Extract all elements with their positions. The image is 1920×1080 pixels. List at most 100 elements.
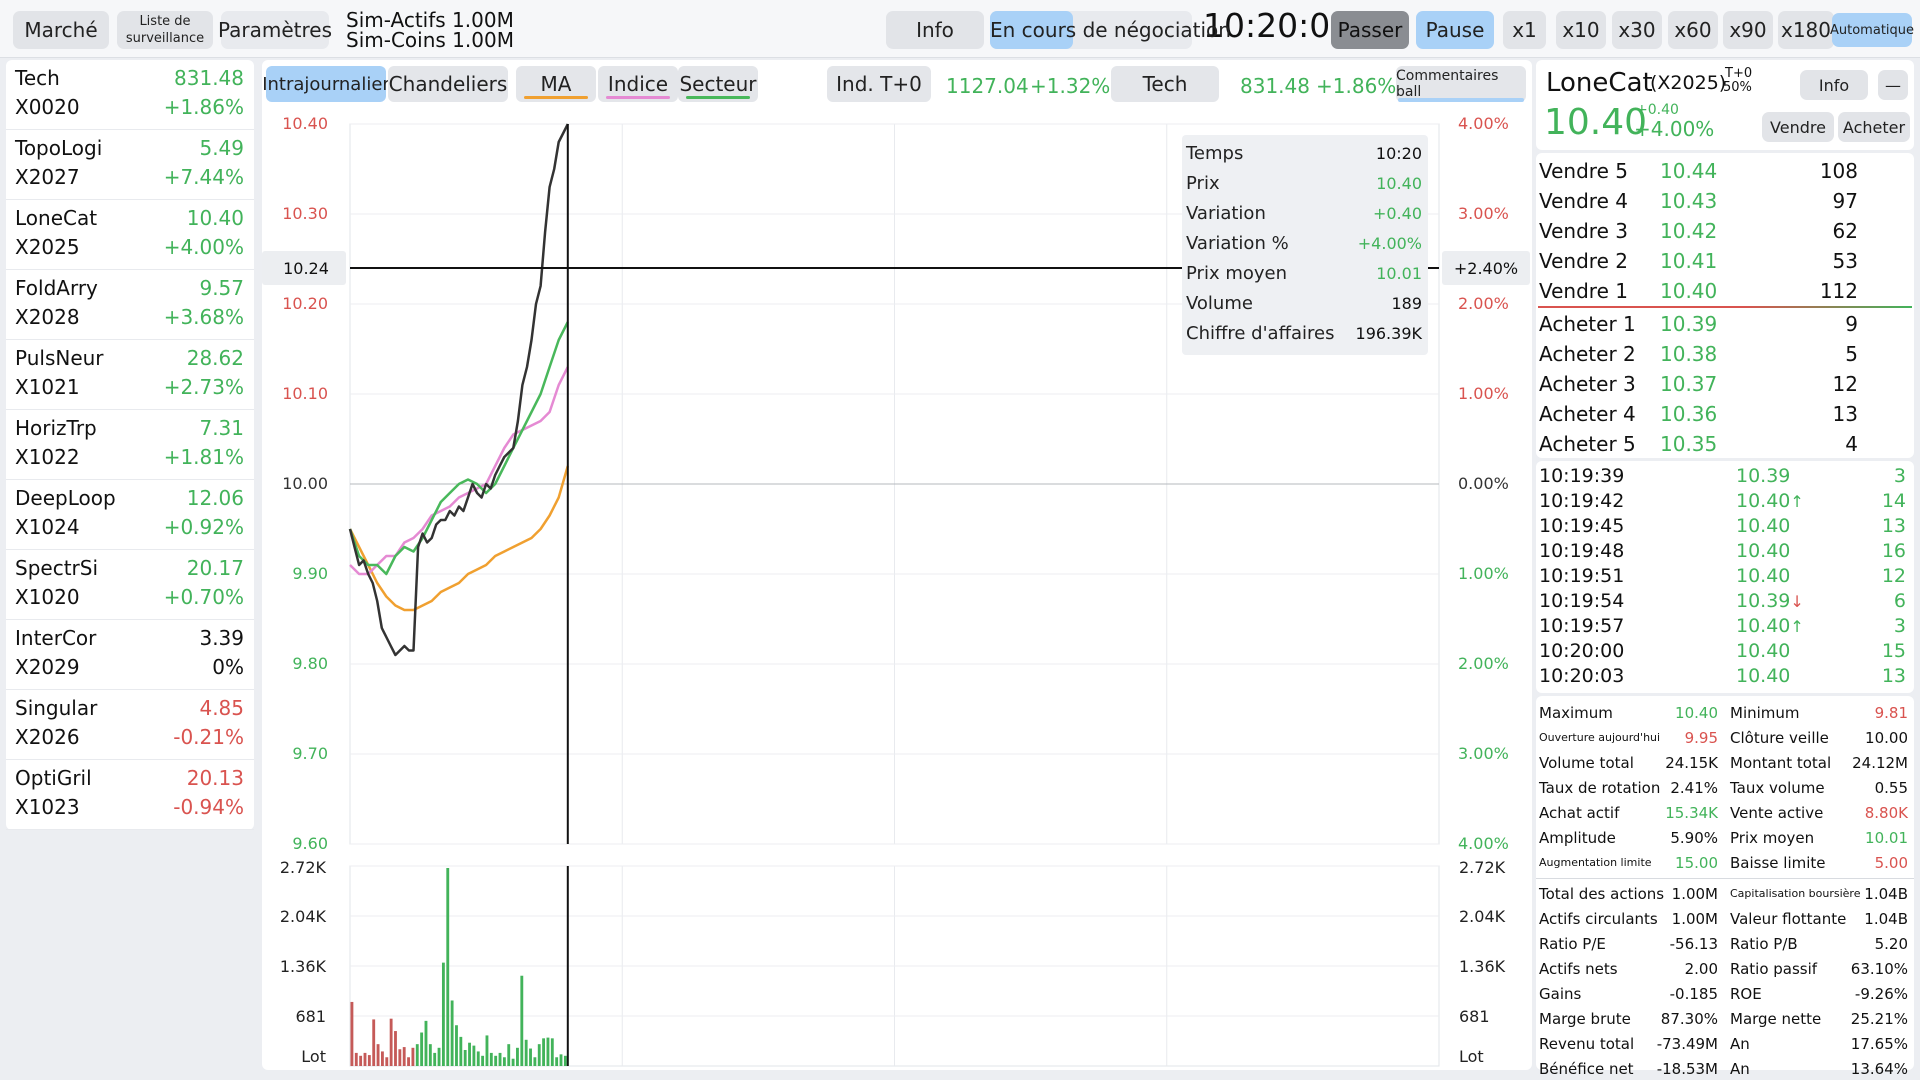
stats-row: Ratio P/E -56.13 Ratio P/B 5.20 bbox=[1536, 932, 1914, 957]
watchlist-item[interactable]: SpectrSi 20.17 X1020 +0.70% bbox=[6, 550, 254, 620]
watchlist-code: X1023 bbox=[15, 795, 80, 819]
trade-time: 10:19:51 bbox=[1539, 565, 1625, 587]
watchlist-change: +2.73% bbox=[163, 375, 244, 399]
watchlist-item[interactable]: TopoLogi 5.49 X2027 +7.44% bbox=[6, 130, 254, 200]
buy-button[interactable]: Acheter bbox=[1838, 112, 1910, 142]
volume-bar bbox=[463, 1049, 467, 1066]
stat-label: Taux volume bbox=[1730, 779, 1825, 797]
pct-axis-label: 3.00% bbox=[1458, 204, 1509, 223]
speed-x1-button[interactable]: x1 bbox=[1503, 11, 1546, 49]
quote-info-button[interactable]: Info bbox=[1800, 70, 1868, 100]
price-axis-label: 10.20 bbox=[282, 294, 328, 313]
stat-label: Bénéfice net bbox=[1539, 1060, 1634, 1078]
trade-price: 10.40 bbox=[1736, 515, 1790, 537]
watchlist-code: X2025 bbox=[15, 235, 80, 259]
stat-label: Actifs nets bbox=[1539, 960, 1618, 978]
watchlist-change: +1.86% bbox=[163, 95, 244, 119]
watchlist-item[interactable]: PulsNeur 28.62 X1021 +2.73% bbox=[6, 340, 254, 410]
watchlist-item[interactable]: HorizTrp 7.31 X1022 +1.81% bbox=[6, 410, 254, 480]
trade-price: 10.40 bbox=[1736, 565, 1790, 587]
bid-row[interactable]: Acheter 1 10.39 9 bbox=[1536, 310, 1914, 340]
speed-x10-button[interactable]: x10 bbox=[1556, 11, 1606, 49]
tooltip-label: Variation bbox=[1186, 203, 1266, 224]
market-button[interactable]: Marché bbox=[13, 11, 109, 49]
stats-row: Bénéfice net -18.53M An 13.64% bbox=[1536, 1057, 1914, 1080]
stat-label: Montant total bbox=[1730, 754, 1832, 772]
trade-time: 10:20:00 bbox=[1539, 640, 1625, 662]
pct-axis-label: 4.00% bbox=[1458, 834, 1509, 853]
ask-row[interactable]: Vendre 1 10.40 112 bbox=[1536, 277, 1914, 307]
bid-row[interactable]: Acheter 3 10.37 12 bbox=[1536, 370, 1914, 400]
skip-button[interactable]: Passer bbox=[1331, 11, 1409, 49]
stat-label: Total des actions bbox=[1539, 885, 1665, 903]
speed-x90-button[interactable]: x90 bbox=[1723, 11, 1773, 49]
trade-price-value: 10.39 bbox=[1736, 465, 1791, 487]
volume-axis-label-right: Lot bbox=[1459, 1047, 1484, 1066]
volume-axis-label-right: 1.36K bbox=[1459, 957, 1506, 976]
ask-price: 10.41 bbox=[1660, 249, 1718, 273]
info-button[interactable]: Info bbox=[886, 11, 984, 49]
watchlist-item[interactable]: InterCor 3.39 X2029 0% bbox=[6, 620, 254, 690]
ask-row[interactable]: Vendre 4 10.43 97 bbox=[1536, 187, 1914, 217]
watchlist-name: TopoLogi bbox=[15, 136, 103, 160]
quote-change-pct: +4.00% bbox=[1634, 117, 1715, 141]
pct-axis-label: 0.00% bbox=[1458, 474, 1509, 493]
price-axis-label: 10.10 bbox=[282, 384, 328, 403]
watchlist-item[interactable]: Tech 831.48 X0020 +1.86% bbox=[6, 60, 254, 130]
stats-row: Augmentation limite 15.00 Baisse limite 5.0… bbox=[1536, 851, 1914, 876]
watchlist-change: +1.81% bbox=[163, 445, 244, 469]
volume-bar bbox=[385, 1057, 389, 1066]
stat-value: 63.10% bbox=[1850, 960, 1908, 978]
price-axis-label: 9.60 bbox=[292, 834, 328, 853]
watchlist-item[interactable]: Singular 4.85 X2026 -0.21% bbox=[6, 690, 254, 760]
trade-time: 10:19:57 bbox=[1539, 615, 1625, 637]
ask-label: Vendre 2 bbox=[1539, 249, 1628, 273]
ask-row[interactable]: Vendre 2 10.41 53 bbox=[1536, 247, 1914, 277]
volume-bar bbox=[450, 1000, 454, 1066]
book-divider bbox=[1538, 306, 1912, 308]
bid-row[interactable]: Acheter 2 10.38 5 bbox=[1536, 340, 1914, 370]
watchlist-item[interactable]: LoneCat 10.40 X2025 +4.00% bbox=[6, 200, 254, 270]
watchlist-item[interactable]: FoldArry 9.57 X2028 +3.68% bbox=[6, 270, 254, 340]
sell-button[interactable]: Vendre bbox=[1762, 112, 1834, 142]
auto-button[interactable]: Automatique bbox=[1830, 13, 1914, 47]
speed-x60-button[interactable]: x60 bbox=[1668, 11, 1718, 49]
bid-volume: 4 bbox=[1845, 432, 1858, 456]
volume-axis-label: 2.04K bbox=[280, 907, 327, 926]
volume-axis-label: 1.36K bbox=[280, 957, 327, 976]
trade-price: 10.40↑ bbox=[1736, 615, 1804, 637]
stat-value: 1.00M bbox=[1671, 885, 1718, 903]
volume-bar bbox=[520, 975, 524, 1066]
ask-row[interactable]: Vendre 5 10.44 108 bbox=[1536, 157, 1914, 187]
tooltip-value: 189 bbox=[1391, 294, 1422, 313]
ask-row[interactable]: Vendre 3 10.42 62 bbox=[1536, 217, 1914, 247]
watchlist-item[interactable]: DeepLoop 12.06 X1024 +0.92% bbox=[6, 480, 254, 550]
bid-row[interactable]: Acheter 4 10.36 13 bbox=[1536, 400, 1914, 430]
stat-value: 87.30% bbox=[1660, 1010, 1718, 1028]
volume-bar bbox=[494, 1055, 498, 1066]
speed-x30-button[interactable]: x30 bbox=[1612, 11, 1662, 49]
trade-row: 10:20:00 10.40 15 bbox=[1536, 640, 1914, 665]
volume-axis-label-right: 2.72K bbox=[1459, 858, 1506, 877]
trade-price: 10.40↑ bbox=[1736, 490, 1804, 512]
volume-bar bbox=[394, 1031, 397, 1066]
volume-bar bbox=[533, 1057, 537, 1066]
settings-button[interactable]: Paramètres bbox=[218, 11, 332, 49]
ask-price: 10.42 bbox=[1660, 219, 1718, 243]
volume-bar bbox=[507, 1044, 511, 1066]
minimize-button[interactable]: — bbox=[1878, 70, 1908, 100]
trade-price: 10.40 bbox=[1736, 540, 1790, 562]
volume-axis-label-right: 2.04K bbox=[1459, 907, 1506, 926]
watchlist-price: 3.39 bbox=[199, 626, 244, 650]
pause-button[interactable]: Pause bbox=[1416, 11, 1494, 49]
volume-bar bbox=[350, 1001, 354, 1066]
watchlist-button[interactable]: Liste de surveillance bbox=[117, 11, 213, 49]
speed-x180-button[interactable]: x180 bbox=[1778, 11, 1834, 49]
ask-volume: 112 bbox=[1819, 279, 1858, 303]
trade-volume: 16 bbox=[1881, 540, 1906, 562]
volume-bar bbox=[415, 1044, 419, 1066]
volume-bar bbox=[372, 1019, 376, 1066]
watchlist-code: X2029 bbox=[15, 655, 80, 679]
bid-row[interactable]: Acheter 5 10.35 4 bbox=[1536, 430, 1914, 460]
watchlist-item[interactable]: OptiGril 20.13 X1023 -0.94% bbox=[6, 760, 254, 830]
